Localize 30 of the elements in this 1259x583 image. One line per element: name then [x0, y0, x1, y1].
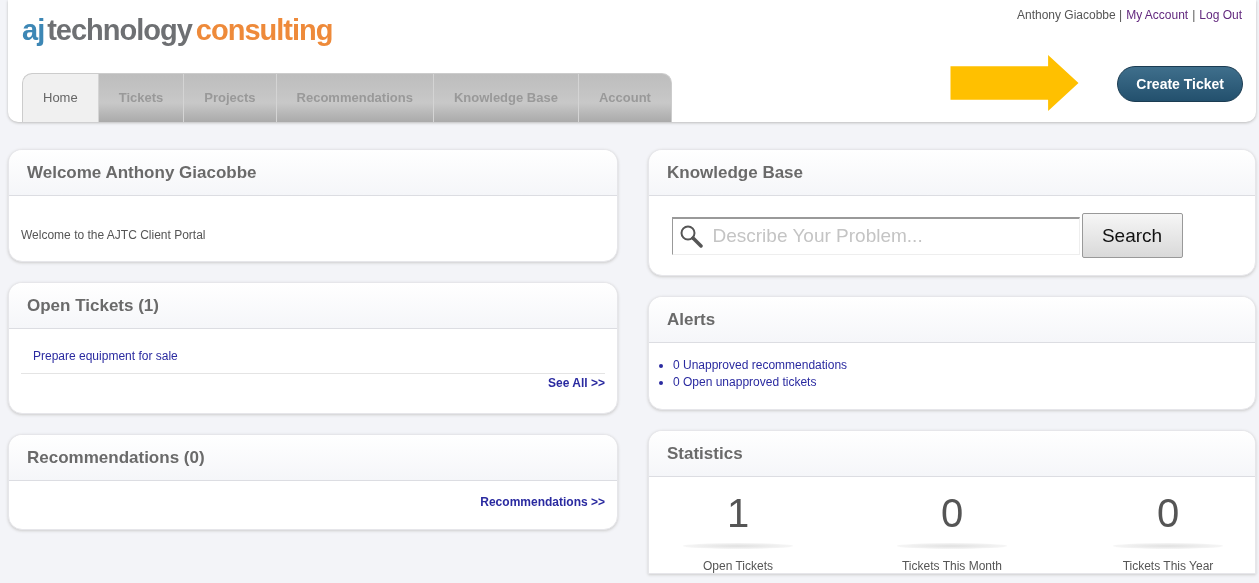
bullet-icon — [659, 363, 663, 368]
search-button[interactable]: Search — [1081, 213, 1183, 258]
logo: ajtechnologyconsulting — [22, 14, 333, 47]
stat-label: Tickets This Year — [1122, 559, 1214, 573]
user-name: Anthony Giacobbe | — [1016, 8, 1123, 22]
panel-title: Welcome Anthony Giacobbe — [9, 150, 617, 196]
bullet-icon — [659, 380, 663, 385]
alert-link[interactable]: 0 Unapproved recommendations — [673, 357, 848, 374]
panel-title: Alerts — [649, 297, 1255, 343]
nav-tab[interactable]: Home — [23, 74, 98, 122]
user-link[interactable]: My Account — [1126, 8, 1189, 22]
panel-title: Open Tickets (1) — [9, 283, 617, 329]
stat-label: Tickets This Month — [902, 559, 1002, 573]
search-icon — [678, 223, 703, 248]
stat-value: 0 — [1156, 491, 1180, 535]
panel-title: Recommendations (0) — [9, 435, 617, 481]
recommendations-link[interactable]: Recommendations >> — [480, 495, 605, 509]
panel-title: Statistics — [649, 431, 1255, 477]
separator: | — [1192, 8, 1196, 22]
ticket-link[interactable]: Prepare equipment for sale — [33, 349, 178, 363]
search-field[interactable]: Describe Your Problem... — [671, 216, 1080, 255]
see-all-link[interactable]: See All >> — [548, 376, 605, 390]
stat-label: Open Tickets — [703, 559, 773, 573]
stat-value: 1 — [726, 491, 750, 535]
stat-value: 0 — [940, 491, 964, 535]
create-ticket-button[interactable]: Create Ticket — [1117, 66, 1243, 102]
user-link[interactable]: Log Out — [1199, 8, 1242, 22]
alert-link[interactable]: 0 Open unapproved tickets — [673, 374, 817, 391]
welcome-text: Welcome to the AJTC Client Portal — [21, 227, 206, 242]
panel-title: Knowledge Base — [649, 150, 1255, 196]
